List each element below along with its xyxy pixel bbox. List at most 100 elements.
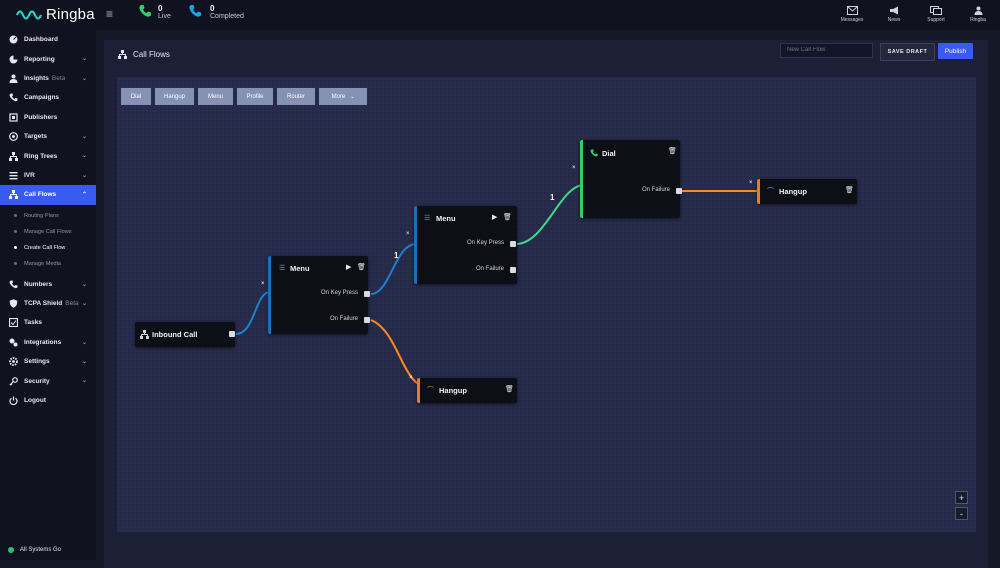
sidebar-item-reporting[interactable]: Reporting ⌄ bbox=[0, 49, 96, 68]
hangup-node-2[interactable]: ⌒ Hangup 🗑 bbox=[417, 378, 517, 403]
sidebar-item-label: Call Flows bbox=[24, 191, 57, 199]
toolbar-router-button[interactable]: Router bbox=[277, 88, 315, 105]
sidebar-item-logout[interactable]: Logout bbox=[0, 391, 96, 410]
sidebar-item-integrations[interactable]: Integrations ⌄ bbox=[0, 333, 96, 352]
dashboard-icon bbox=[9, 35, 18, 44]
on-key-press-port[interactable] bbox=[364, 291, 370, 297]
port-label: On Failure bbox=[329, 316, 358, 322]
sidebar-item-ivr[interactable]: IVR ⌄ bbox=[0, 166, 96, 185]
output-port[interactable] bbox=[229, 331, 235, 337]
support-icon bbox=[930, 6, 942, 15]
flow-canvas[interactable]: Dial Hangup Menu Profile Router More ⌄ bbox=[117, 77, 976, 532]
remove-edge-x-icon[interactable]: × bbox=[406, 231, 410, 237]
node-title: Menu bbox=[290, 264, 310, 273]
sidebar-item-insights[interactable]: Insights Beta ⌄ bbox=[0, 69, 96, 88]
zoom-out-button[interactable]: - bbox=[955, 507, 968, 520]
page-title: Call Flows bbox=[118, 50, 170, 59]
more-label: More bbox=[331, 93, 346, 100]
account-button[interactable]: Ringba bbox=[964, 6, 992, 23]
play-icon[interactable]: ▶ bbox=[346, 263, 351, 271]
sidebar-item-label: Reporting bbox=[24, 55, 55, 63]
completed-calls-stat[interactable]: 0 Completed bbox=[188, 4, 244, 20]
inbound-call-node[interactable]: Inbound Call bbox=[135, 322, 235, 347]
sidebar-item-settings[interactable]: Settings ⌄ bbox=[0, 352, 96, 371]
subnav-routing-plans[interactable]: Routing Plans bbox=[0, 208, 96, 224]
edge-label-keypress: 1 bbox=[394, 251, 399, 260]
sidebar-item-label: Settings bbox=[24, 358, 50, 366]
sidebar-item-numbers[interactable]: Numbers ⌄ bbox=[0, 275, 96, 294]
beta-badge: Beta bbox=[65, 300, 79, 308]
node-accent-bar bbox=[417, 378, 420, 403]
ringba-logo[interactable]: Ringba bbox=[16, 6, 95, 23]
node-title: Menu bbox=[436, 214, 456, 223]
toolbar-hangup-button[interactable]: Hangup bbox=[155, 88, 194, 105]
sidebar-item-label: Numbers bbox=[24, 280, 53, 288]
hangup-node-1[interactable]: ⌒ Hangup 🗑 bbox=[757, 179, 857, 204]
dial-node[interactable]: Dial 🗑 On Failure bbox=[580, 140, 682, 218]
menu-node-2[interactable]: ☰ Menu ▶ 🗑 On Key Press On Failure bbox=[414, 206, 517, 284]
subnav-manage-call-flows[interactable]: Manage Call Flows bbox=[0, 224, 96, 240]
news-button[interactable]: News bbox=[880, 6, 908, 23]
megaphone-icon bbox=[889, 6, 898, 15]
sidebar-item-tcpa-shield[interactable]: TCPA Shield Beta ⌄ bbox=[0, 294, 96, 313]
hamburger-menu-icon[interactable]: ≡ bbox=[106, 7, 113, 21]
main-area: Call Flows SAVE DRAFT Publish Dial Hangu… bbox=[96, 30, 1000, 568]
messages-button[interactable]: Messages bbox=[838, 6, 866, 23]
chevron-down-icon: ⌄ bbox=[81, 133, 87, 140]
trash-icon[interactable]: 🗑 bbox=[505, 385, 514, 393]
live-label: Live bbox=[158, 13, 171, 20]
toolbar-menu-button[interactable]: Menu bbox=[198, 88, 233, 105]
shield-icon bbox=[9, 299, 18, 308]
live-calls-stat[interactable]: 0 Live bbox=[138, 4, 171, 20]
remove-edge-x-icon[interactable]: × bbox=[261, 281, 265, 287]
subnav-manage-media[interactable]: Manage Media bbox=[0, 256, 96, 272]
trash-icon[interactable]: 🗑 bbox=[668, 147, 677, 155]
on-key-press-port[interactable] bbox=[510, 241, 516, 247]
publish-button[interactable]: Publish bbox=[938, 43, 973, 59]
chevron-down-icon: ⌄ bbox=[81, 56, 87, 63]
on-failure-port[interactable] bbox=[510, 267, 516, 273]
panel-header: Call Flows SAVE DRAFT Publish bbox=[104, 40, 988, 70]
toolbar-more-button[interactable]: More ⌄ bbox=[319, 88, 367, 105]
chevron-down-icon: ⌄ bbox=[81, 172, 87, 179]
menu-node-1[interactable]: ☰ Menu ▶ 🗑 On Key Press On Failure bbox=[268, 256, 370, 334]
on-failure-port[interactable] bbox=[364, 317, 370, 323]
tree-icon bbox=[9, 151, 18, 161]
trash-icon[interactable]: 🗑 bbox=[503, 213, 512, 221]
sidebar-item-dashboard[interactable]: Dashboard bbox=[0, 30, 96, 49]
sidebar-item-security[interactable]: Security ⌄ bbox=[0, 371, 96, 390]
save-draft-button[interactable]: SAVE DRAFT bbox=[880, 43, 935, 61]
page-title-text: Call Flows bbox=[133, 50, 170, 59]
toolbar-profile-button[interactable]: Profile bbox=[237, 88, 273, 105]
sidebar-item-label: Tasks bbox=[24, 319, 42, 327]
subnav-create-call-flow[interactable]: Create Call Flow bbox=[0, 240, 96, 256]
flow-name-input[interactable] bbox=[780, 43, 873, 58]
users-icon bbox=[9, 74, 18, 83]
subnav-label: Routing Plans bbox=[24, 212, 59, 219]
user-icon bbox=[974, 6, 982, 15]
list-icon: ☰ bbox=[424, 215, 431, 222]
sidebar-item-campaigns[interactable]: Campaigns bbox=[0, 88, 96, 107]
list-icon: ☰ bbox=[279, 265, 286, 272]
sidebar-item-targets[interactable]: Targets ⌄ bbox=[0, 127, 96, 146]
toolbar-dial-button[interactable]: Dial bbox=[121, 88, 151, 105]
remove-edge-x-icon[interactable]: × bbox=[572, 165, 576, 171]
trash-icon[interactable]: 🗑 bbox=[845, 186, 854, 194]
node-title: Hangup bbox=[779, 187, 807, 196]
remove-edge-x-icon[interactable]: × bbox=[409, 375, 413, 381]
sidebar-item-tasks[interactable]: Tasks bbox=[0, 313, 96, 332]
zoom-in-button[interactable]: + bbox=[955, 491, 968, 504]
node-accent-bar bbox=[414, 206, 417, 284]
on-failure-port[interactable] bbox=[676, 188, 682, 194]
trash-icon[interactable]: 🗑 bbox=[357, 263, 366, 271]
flow-icon bbox=[140, 330, 149, 341]
chevron-down-icon: ⌄ bbox=[81, 339, 87, 346]
sidebar-item-call-flows[interactable]: Call Flows ⌃ bbox=[0, 185, 96, 205]
support-button[interactable]: Support bbox=[922, 6, 950, 23]
play-icon[interactable]: ▶ bbox=[492, 213, 497, 221]
sidebar-item-publishers[interactable]: Publishers bbox=[0, 108, 96, 127]
remove-edge-x-icon[interactable]: × bbox=[749, 180, 753, 186]
sidebar-item-ring-trees[interactable]: Ring Trees ⌄ bbox=[0, 146, 96, 165]
sidebar-item-label: Dashboard bbox=[24, 36, 58, 44]
port-label: On Failure bbox=[475, 266, 504, 272]
